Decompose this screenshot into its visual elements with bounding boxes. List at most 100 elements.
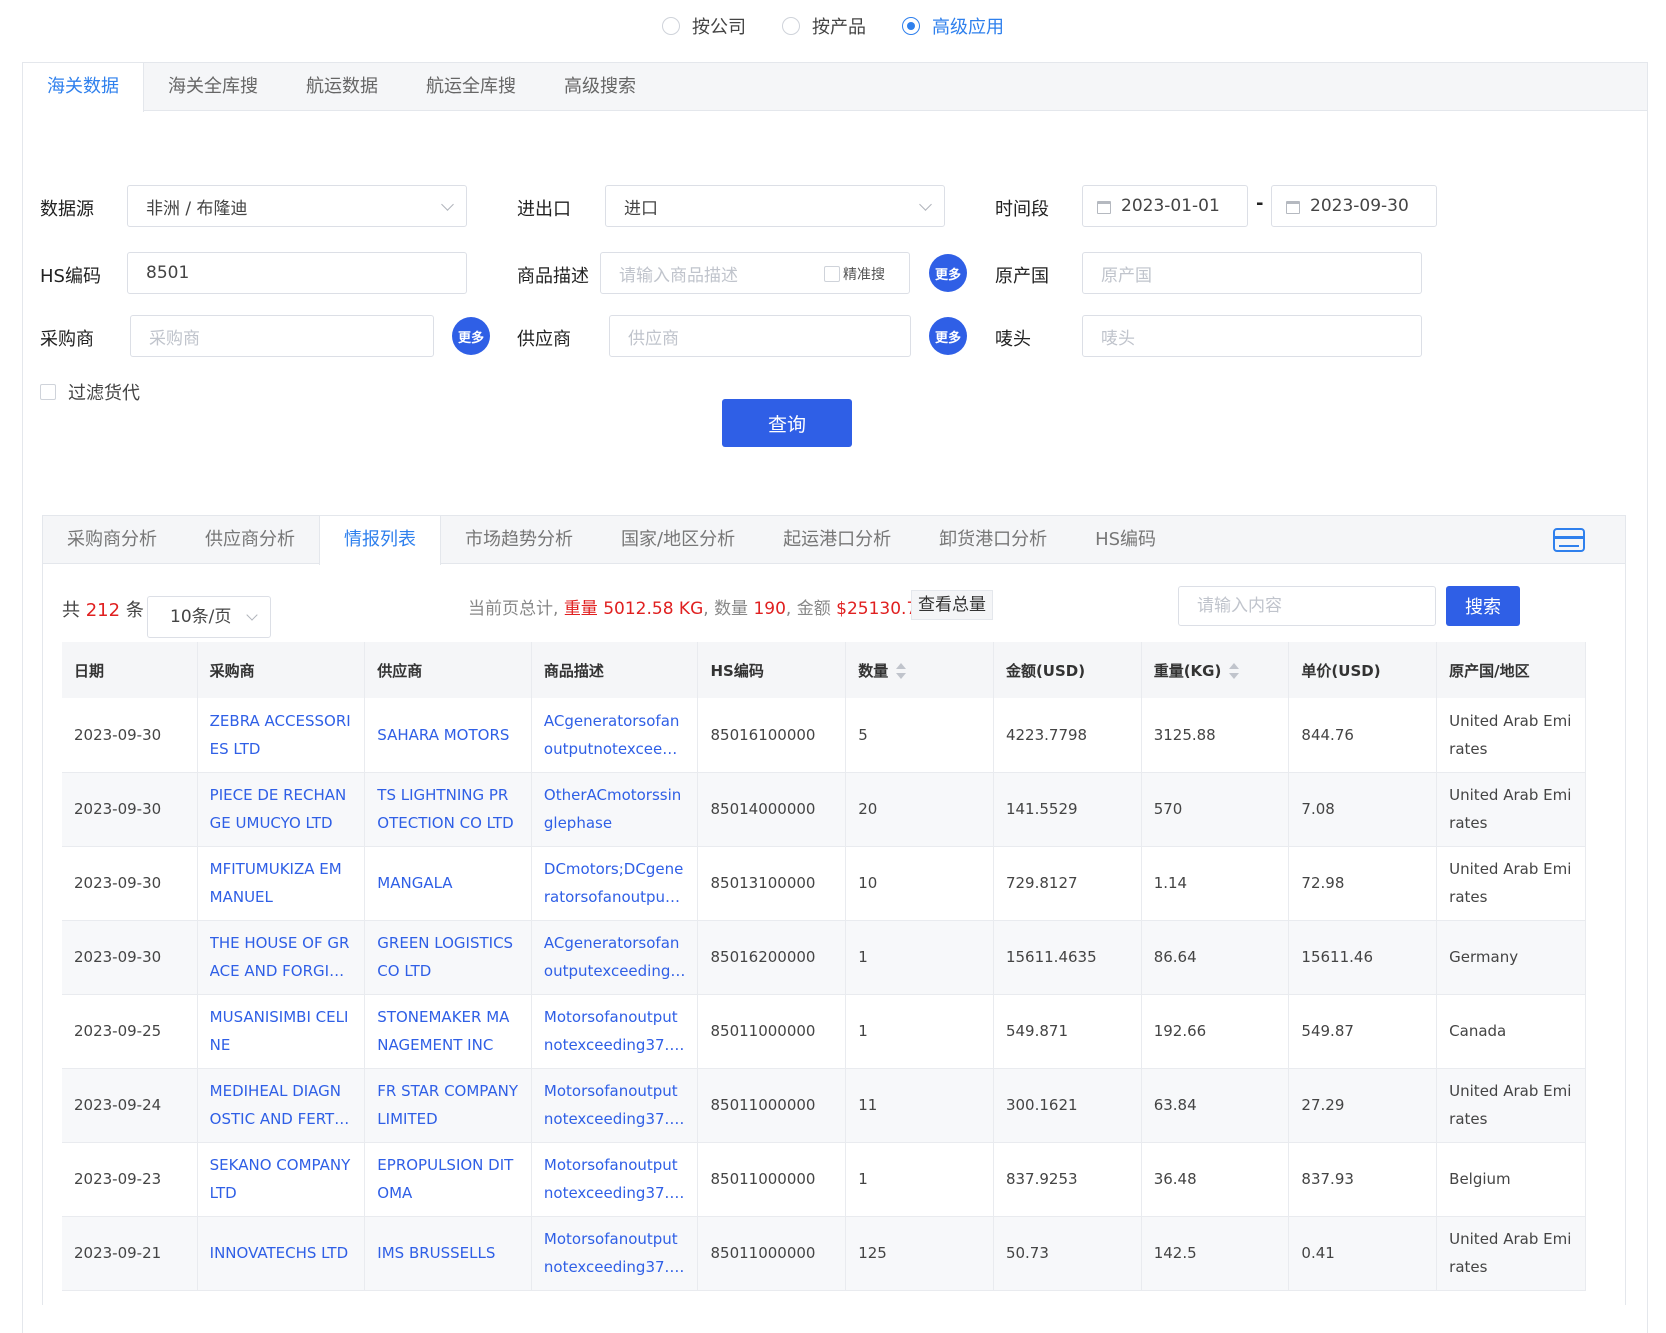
origin-cell: Germany [1436, 920, 1586, 995]
shipping-mark-input[interactable]: 唛头 [1082, 315, 1422, 357]
buyer-link[interactable]: MFITUMUKIZA EMMANUEL [197, 846, 366, 921]
buyer-link-text: THE HOUSE OF GRACE AND FORGIVENESS [209, 934, 350, 980]
description-link[interactable]: Motorsofanoutputnotexceeding37.5W [531, 1216, 699, 1291]
tab-shipping-full-search[interactable]: 航运全库搜 [402, 63, 540, 111]
buyer-link[interactable]: THE HOUSE OF GRACE AND FORGIVENESS [197, 920, 366, 995]
page-stats: 当前页总计, 重量 5012.58 KG, 数量 190, 金额 $25130.… [468, 599, 950, 619]
date-cell: 2023-09-30 [62, 920, 198, 995]
table-search-button[interactable]: 搜索 [1446, 586, 1520, 626]
date-cell-text: 2023-09-30 [74, 800, 162, 818]
amount-cell-text: 141.5529 [1005, 800, 1078, 818]
description-link[interactable]: Motorsofanoutputnotexceeding37.5W [531, 1068, 699, 1143]
weight-cell-text: 3125.88 [1153, 725, 1216, 744]
tab-departure-port[interactable]: 起运港口分析 [759, 516, 915, 564]
datasource-select[interactable]: 非洲 / 布隆迪 [127, 185, 467, 227]
tab-customs-full-search[interactable]: 海关全库搜 [144, 63, 282, 111]
date-from-input[interactable]: 2023-01-01 [1082, 185, 1248, 227]
col-origin: 原产国/地区 [1436, 642, 1586, 698]
col-hs-code: HS编码 [697, 642, 847, 698]
tab-buyer-analysis[interactable]: 采购商分析 [43, 516, 181, 564]
description-link[interactable]: Motorsofanoutputnotexceeding37.5W [531, 1142, 699, 1217]
quantity-cell: 1 [845, 994, 994, 1069]
origin-cell-text: United Arab Emirates [1449, 860, 1572, 906]
quantity-cell-text: 10 [858, 874, 878, 892]
sort-icon[interactable] [1229, 663, 1240, 679]
more-button-supplier[interactable]: 更多 [929, 317, 967, 355]
description-link-text: OtherACmotorssinglephase [543, 786, 682, 832]
description-link-text: DCmotors;DCgeneratorsofanoutputnotexceed… [543, 860, 684, 906]
supplier-link[interactable]: EPROPULSION DITOMA [364, 1142, 532, 1217]
tab-discharge-port[interactable]: 卸货港口分析 [915, 516, 1071, 564]
tab-hs-code[interactable]: HS编码 [1071, 516, 1180, 564]
description-link[interactable]: OtherACmotorssinglephase [531, 772, 699, 847]
card-view-icon[interactable] [1553, 528, 1585, 552]
intel-table: 日期 采购商 供应商 商品描述 HS编码 数量 金额(USD) 重量(KG) 单… [62, 642, 1586, 1291]
weight-label: 重量 [563, 599, 598, 619]
date-cell: 2023-09-25 [62, 994, 198, 1069]
datasource-value: 非洲 / 布隆迪 [146, 198, 248, 219]
radio-circle [902, 17, 920, 35]
origin-cell-text: Canada [1449, 1022, 1507, 1040]
supplier-link-text: GREEN LOGISTICS CO LTD [377, 934, 514, 980]
product-desc-input[interactable]: 请输入商品描述 精准搜 [600, 252, 910, 294]
tab-supplier-analysis[interactable]: 供应商分析 [181, 516, 319, 564]
buyer-link[interactable]: MEDIHEAL DIAGNOSTIC AND FERTILITY CENTER [197, 1068, 366, 1143]
radio-by-product[interactable]: 按产品 [782, 13, 866, 39]
tab-shipping-data[interactable]: 航运数据 [282, 63, 402, 111]
view-total-button[interactable]: 查看总量 [911, 590, 993, 620]
supplier-link[interactable]: FR STAR COMPANY LIMITED [364, 1068, 532, 1143]
table-row: 2023-09-30 MFITUMUKIZA EMMANUEL MANGALA DCm… [62, 846, 1586, 921]
supplier-link[interactable]: STONEMAKER MANAGEMENT INC [364, 994, 532, 1069]
description-link[interactable]: ACgeneratorsofanoutputexceeding75kVA [531, 920, 699, 995]
date-to-input[interactable]: 2023-09-30 [1271, 185, 1437, 227]
more-button-desc[interactable]: 更多 [929, 254, 967, 292]
description-link[interactable]: DCmotors;DCgeneratorsofanoutputnotexceed… [531, 846, 699, 921]
tab-intel-list[interactable]: 情报列表 [319, 516, 441, 565]
table-search-input[interactable]: 请输入内容 [1178, 586, 1436, 626]
hs-code-input[interactable]: 8501 [127, 252, 467, 294]
exact-search-checkbox[interactable]: 精准搜 [824, 264, 885, 284]
amount-cell-text: 4223.7798 [1005, 725, 1088, 744]
amount-cell: 15611.4635 [993, 920, 1142, 995]
supplier-link[interactable]: SAHARA MOTORS [364, 698, 532, 773]
checkbox-box [824, 266, 840, 282]
description-link[interactable]: Motorsofanoutputnotexceeding37.5W [531, 994, 699, 1069]
buyer-link[interactable]: PIECE DE RECHANGE UMUCYO LTD [197, 772, 366, 847]
import-export-select[interactable]: 进口 [605, 185, 945, 227]
col-quantity[interactable]: 数量 [845, 642, 994, 698]
radio-label: 按公司 [692, 17, 746, 38]
origin-input[interactable]: 原产国 [1082, 252, 1422, 294]
more-button-buyer[interactable]: 更多 [452, 317, 490, 355]
tab-country-region[interactable]: 国家/地区分析 [597, 516, 759, 564]
buyer-link[interactable]: MUSANISIMBI CELINE [197, 994, 366, 1069]
supplier-input[interactable]: 供应商 [609, 315, 911, 357]
buyer-link[interactable]: SEKANO COMPANY LTD [197, 1142, 366, 1217]
supplier-link[interactable]: GREEN LOGISTICS CO LTD [364, 920, 532, 995]
tab-advanced-search[interactable]: 高级搜索 [540, 63, 660, 111]
filter-forwarder-checkbox[interactable]: 过滤货代 [40, 379, 140, 405]
amount-label: 金额 [796, 599, 831, 619]
tab-market-trend[interactable]: 市场趋势分析 [441, 516, 597, 564]
buyer-link-text: SEKANO COMPANY LTD [209, 1156, 351, 1202]
radio-advanced[interactable]: 高级应用 [902, 13, 1004, 39]
unit-price-cell: 837.93 [1288, 1142, 1438, 1217]
query-button[interactable]: 查询 [722, 399, 852, 447]
results-panel: 采购商分析 供应商分析 情报列表 市场趋势分析 国家/地区分析 起运港口分析 卸… [42, 515, 1626, 1305]
buyer-link[interactable]: INNOVATECHS LTD [197, 1216, 366, 1291]
supplier-link[interactable]: IMS BRUSSELLS [364, 1216, 532, 1291]
col-supplier: 供应商 [364, 642, 532, 698]
tab-customs-data[interactable]: 海关数据 [23, 63, 144, 112]
buyer-link[interactable]: ZEBRA ACCESSORIES LTD [197, 698, 366, 773]
sort-icon[interactable] [896, 663, 907, 679]
supplier-link-text: STONEMAKER MANAGEMENT INC [377, 1008, 510, 1054]
supplier-link[interactable]: TS LIGHTNING PROTECTION CO LTD [364, 772, 532, 847]
buyer-input[interactable]: 采购商 [130, 315, 434, 357]
buyer-label: 采购商 [40, 329, 94, 350]
description-link[interactable]: ACgeneratorsofanoutputnotexceeding75kVA [531, 698, 699, 773]
col-weight[interactable]: 重量(KG) [1141, 642, 1290, 698]
supplier-link[interactable]: MANGALA [364, 846, 532, 921]
weight-cell: 570 [1141, 772, 1290, 847]
radio-by-company[interactable]: 按公司 [662, 13, 746, 39]
date-cell-text: 2023-09-21 [74, 1244, 162, 1262]
page-size-select[interactable]: 10条/页 [147, 596, 271, 638]
